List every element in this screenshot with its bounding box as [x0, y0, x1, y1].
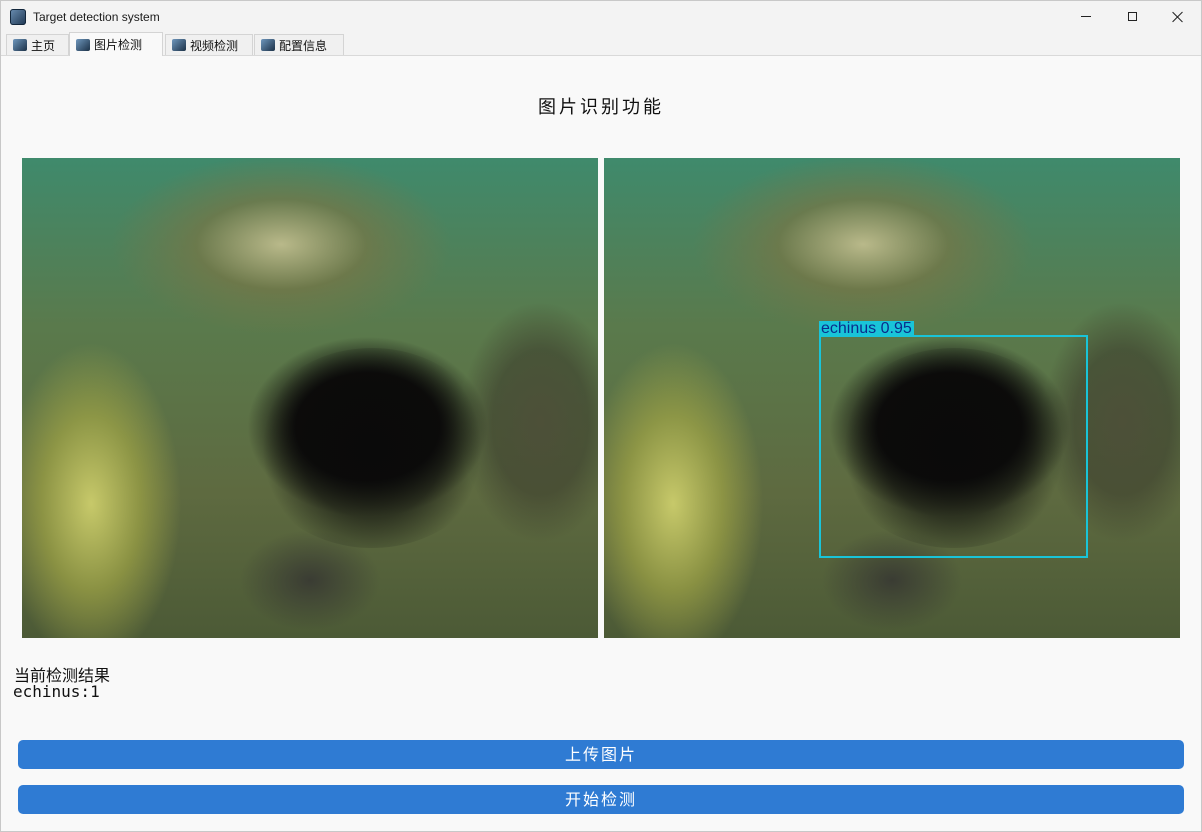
app-window: Target detection system 主页 图片检测 视频检测 配置信… — [0, 0, 1202, 832]
tab-label: 图片检测 — [94, 38, 143, 52]
window-controls — [1063, 1, 1201, 32]
detection-label: echinus 0.95 — [819, 320, 914, 337]
tab-home[interactable]: 主页 — [6, 34, 69, 55]
sea-urchin-shape — [252, 348, 492, 548]
detection-bounding-box — [819, 335, 1088, 558]
tab-video-detection[interactable]: 视频检测 — [165, 34, 253, 55]
tab-label: 主页 — [31, 38, 56, 53]
close-button[interactable] — [1155, 1, 1201, 32]
tab-label: 视频检测 — [190, 38, 239, 53]
tab-label: 配置信息 — [279, 38, 328, 53]
start-detection-button[interactable]: 开始检测 — [18, 785, 1184, 814]
maximize-button[interactable] — [1109, 1, 1155, 32]
tab-app-icon — [76, 38, 90, 51]
tab-app-icon — [261, 39, 275, 51]
title-bar: Target detection system — [1, 1, 1201, 32]
original-image — [22, 158, 598, 638]
result-value: echinus:1 — [13, 682, 100, 701]
minimize-icon — [1081, 16, 1091, 17]
minimize-button[interactable] — [1063, 1, 1109, 32]
tab-image-detection[interactable]: 图片检测 — [69, 32, 163, 56]
page-title: 图片识别功能 — [538, 97, 664, 118]
app-logo-icon — [10, 8, 26, 25]
window-title: Target detection system — [33, 9, 160, 24]
close-icon — [1172, 11, 1184, 23]
tab-bar: 主页 图片检测 视频检测 配置信息 — [1, 32, 1201, 56]
maximize-icon — [1127, 12, 1137, 21]
upload-image-button[interactable]: 上传图片 — [18, 740, 1184, 769]
tab-app-icon — [172, 39, 186, 51]
tab-app-icon — [13, 39, 27, 51]
detection-result-image: echinus 0.95 — [604, 158, 1180, 638]
tab-config-info[interactable]: 配置信息 — [254, 34, 344, 55]
